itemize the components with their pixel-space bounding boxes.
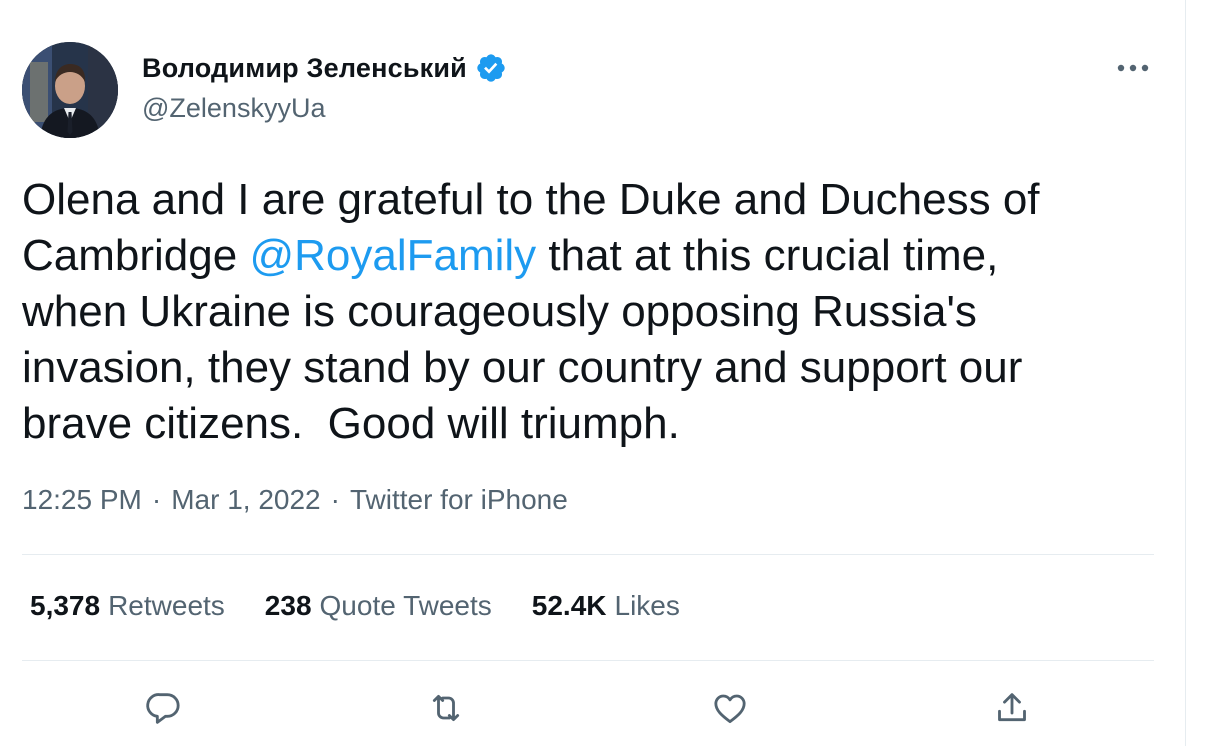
share-button[interactable] [990,686,1034,730]
action-bar [0,686,1186,734]
retweets-count: 5,378 [30,590,101,621]
tweet-date[interactable]: Mar 1, 2022 [171,484,320,516]
likes-label: Likes [614,590,680,621]
share-icon [998,693,1026,722]
like-button[interactable] [708,686,752,730]
more-horizontal-icon[interactable] [1113,56,1153,80]
retweet-icon [432,694,460,722]
tweet-card: Володимир Зеленський @ZelenskyyUa Olena … [0,0,1186,746]
divider [22,554,1154,555]
author-handle[interactable]: @ZelenskyyUa [142,93,325,124]
heart-icon [714,694,746,724]
author-name-row: Володимир Зеленський [142,52,507,84]
author-display-name[interactable]: Володимир Зеленський [142,53,467,84]
meta-separator: · [330,484,340,515]
retweets-label: Retweets [108,590,225,621]
tweet-stats: 5,378 Retweets 238 Quote Tweets 52.4K Likes [30,590,680,622]
retweets-stat[interactable]: 5,378 Retweets [30,590,225,622]
verified-badge-icon [475,52,507,84]
mention-link[interactable]: @RoyalFamily [249,231,536,280]
meta-separator: · [151,484,162,515]
quote-tweets-count: 238 [264,590,312,621]
likes-stat[interactable]: 52.4K Likes [532,590,680,622]
quote-tweets-stat[interactable]: 238 Quote Tweets [265,590,492,622]
reply-button[interactable] [142,686,186,730]
retweet-button[interactable] [424,686,468,730]
likes-count: 52.4K [531,590,607,621]
quote-tweets-label: Quote Tweets [319,590,492,621]
reply-icon [146,693,180,724]
tweet-meta: 12:25 PM · Mar 1, 2022 · Twitter for iPh… [22,484,568,516]
divider [22,660,1154,661]
tweet-text: Olena and I are grateful to the Duke and… [22,172,1142,452]
tweet-source[interactable]: Twitter for iPhone [350,484,568,516]
avatar[interactable] [22,42,118,138]
tweet-time[interactable]: 12:25 PM [22,484,142,516]
avatar-image [22,42,118,138]
